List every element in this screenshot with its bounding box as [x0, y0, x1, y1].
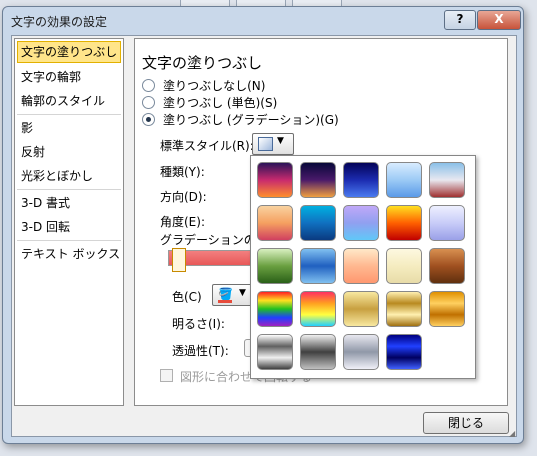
- sidebar-item-3d-rotation[interactable]: 3-D 回転: [15, 215, 123, 239]
- paint-bucket-icon: 🪣: [218, 287, 233, 301]
- gradient-swatch-fog[interactable]: [343, 205, 379, 241]
- sidebar-item-outline-style[interactable]: 輪郭のスタイル: [15, 89, 123, 113]
- current-color-bar: [218, 300, 232, 303]
- sidebar-divider: [17, 114, 121, 115]
- gradient-swatch-late-sunset[interactable]: [257, 162, 293, 198]
- gradient-swatch-gold[interactable]: [343, 291, 379, 327]
- angle-label: 角度(E):: [160, 215, 205, 229]
- gradient-swatch-midnight[interactable]: [343, 162, 379, 198]
- gradient-swatch-chrome[interactable]: [257, 334, 293, 370]
- gradient-swatch-gold-2[interactable]: [386, 291, 422, 327]
- sidebar-item-shadow[interactable]: 影: [15, 116, 123, 140]
- sidebar-divider: [17, 189, 121, 190]
- sidebar-item-reflection[interactable]: 反射: [15, 140, 123, 164]
- radio-button[interactable]: [142, 79, 155, 92]
- preset-gradients-dropdown[interactable]: ▼: [252, 133, 294, 155]
- color-picker-button[interactable]: 🪣 ▼: [212, 284, 252, 306]
- gradient-swatch-early-sunset[interactable]: [257, 205, 293, 241]
- gradient-swatch-chrome-2[interactable]: [300, 334, 336, 370]
- type-label: 種類(Y):: [160, 165, 205, 179]
- radio-label: 塗りつぶし (単色)(S): [163, 96, 278, 110]
- gradient-swatch-ocean[interactable]: [300, 205, 336, 241]
- radio-gradient-fill[interactable]: 塗りつぶし (グラデーション)(G): [142, 112, 339, 128]
- gradient-swatch-parchment[interactable]: [386, 248, 422, 284]
- gradient-swatch-daybreak[interactable]: [386, 162, 422, 198]
- radio-label: 塗りつぶしなし(N): [163, 79, 266, 93]
- gradient-swatch-silver[interactable]: [343, 334, 379, 370]
- category-sidebar: 文字の塗りつぶし 文字の輪郭 輪郭のスタイル 影 反射 光彩とぼかし 3-D 書…: [14, 38, 124, 406]
- brightness-label: 明るさ(I):: [172, 317, 225, 331]
- gradient-swatch-fire[interactable]: [386, 205, 422, 241]
- gradient-swatch-rainbow-2[interactable]: [300, 291, 336, 327]
- dialog-title: 文字の効果の設定: [11, 15, 108, 29]
- chevron-down-icon: ▼: [277, 136, 284, 146]
- radio-no-fill[interactable]: 塗りつぶしなし(N): [142, 78, 265, 94]
- close-window-button[interactable]: X: [477, 10, 521, 30]
- gradient-swatch-peach[interactable]: [343, 248, 379, 284]
- sidebar-item-glow-soft-edges[interactable]: 光彩とぼかし: [15, 164, 123, 188]
- resize-grip-icon[interactable]: ◢: [509, 429, 515, 438]
- sidebar-item-text-fill[interactable]: 文字の塗りつぶし: [17, 41, 121, 63]
- direction-label: 方向(D):: [160, 190, 207, 204]
- gradient-swatch-calm-water[interactable]: [300, 248, 336, 284]
- gradient-swatch-mahogany[interactable]: [429, 248, 465, 284]
- gradient-stop-handle[interactable]: [172, 248, 186, 272]
- preset-gradients-popup: [250, 155, 476, 379]
- gradient-swatch-nightfall[interactable]: [300, 162, 336, 198]
- panel-heading: 文字の塗りつぶし: [142, 54, 263, 72]
- radio-button[interactable]: [142, 96, 155, 109]
- gradient-swatch-rainbow[interactable]: [257, 291, 293, 327]
- gradient-swatch-moss[interactable]: [257, 248, 293, 284]
- close-button[interactable]: 閉じる: [423, 412, 509, 434]
- gradient-preview-icon: [258, 137, 273, 151]
- sidebar-divider: [17, 240, 121, 241]
- gradient-swatch-mahogany-sky[interactable]: [429, 205, 465, 241]
- gradient-swatch-sapphire[interactable]: [386, 334, 422, 370]
- title-bar: 文字の効果の設定 ? X: [3, 7, 523, 33]
- rotate-with-shape-checkbox[interactable]: [160, 369, 173, 382]
- sidebar-item-3d-format[interactable]: 3-D 書式: [15, 191, 123, 215]
- color-label: 色(C): [172, 290, 202, 304]
- help-button[interactable]: ?: [444, 10, 476, 30]
- radio-solid-fill[interactable]: 塗りつぶし (単色)(S): [142, 95, 277, 111]
- sidebar-item-text-box[interactable]: テキスト ボックス: [15, 242, 123, 266]
- preset-label: 標準スタイル(R):: [160, 139, 254, 153]
- gradient-swatch-horizon[interactable]: [429, 162, 465, 198]
- gradient-swatch-brass[interactable]: [429, 291, 465, 327]
- transparency-label: 透過性(T):: [172, 344, 229, 358]
- chevron-down-icon: ▼: [239, 288, 246, 298]
- radio-label: 塗りつぶし (グラデーション)(G): [163, 113, 339, 127]
- sidebar-item-text-outline[interactable]: 文字の輪郭: [15, 65, 123, 89]
- radio-button-selected[interactable]: [142, 113, 155, 126]
